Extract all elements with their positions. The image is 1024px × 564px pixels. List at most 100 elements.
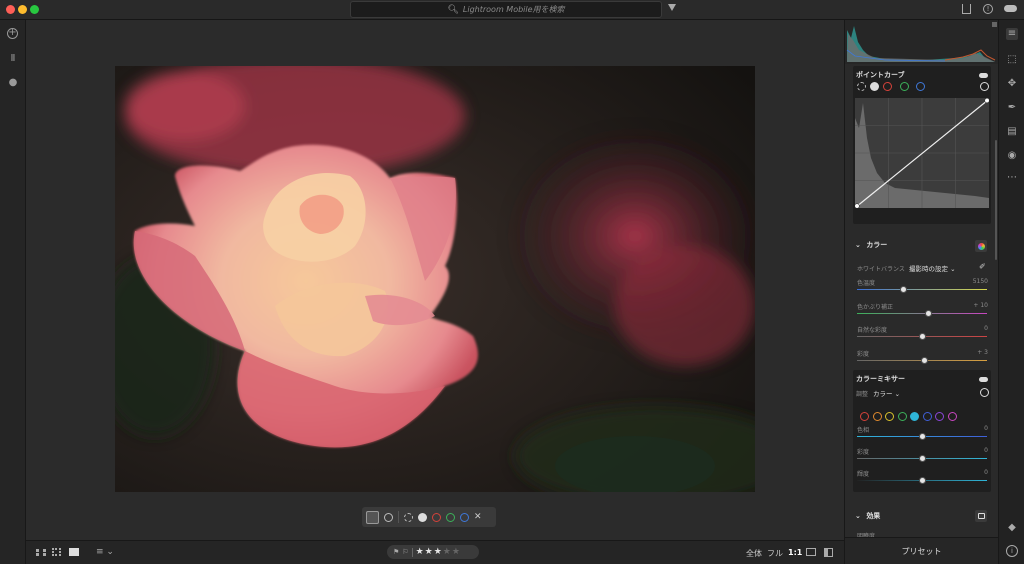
mixer-toggle[interactable] (979, 377, 988, 382)
red-channel-icon[interactable] (432, 512, 441, 522)
color-slider-label-3: 彩度 (857, 350, 870, 358)
more-icon[interactable]: ⋯ (1006, 172, 1018, 184)
curve-toggle[interactable] (979, 73, 988, 78)
reject-flag-icon[interactable]: ⚐ (402, 548, 408, 556)
star-rating[interactable]: ★★★★★ (416, 547, 461, 557)
help-icon[interactable]: ! (983, 4, 993, 14)
color-slider-knob-3[interactable] (921, 356, 929, 364)
star-1[interactable]: ★ (416, 547, 425, 557)
heal-icon[interactable]: ✥ (1006, 78, 1018, 90)
mixer-purple-swatch[interactable] (935, 412, 944, 421)
photo-preview[interactable] (115, 66, 755, 492)
mixer-color-swatches (860, 406, 960, 425)
filter-icon[interactable] (668, 4, 676, 11)
mixer-orange-swatch[interactable] (872, 412, 882, 421)
red-curve-icon[interactable] (883, 82, 892, 91)
mixer-slider-knob-0[interactable] (918, 433, 926, 440)
cloud-icon[interactable] (1004, 5, 1017, 12)
minimize-window-button[interactable] (18, 5, 27, 14)
mixer-red-swatch[interactable] (860, 412, 869, 421)
compare-icon[interactable] (806, 548, 816, 556)
search-placeholder: Lightroom Mobile用を検索 (462, 5, 565, 14)
sort-icon[interactable]: ≡ ⌄ (96, 547, 114, 557)
white-balance-select[interactable]: 撮影時の設定 ⌄ (909, 263, 956, 273)
curve-graph[interactable] (855, 98, 989, 208)
grid-large-icon[interactable] (52, 548, 61, 556)
gradient-icon[interactable]: ▤ (1006, 126, 1018, 138)
close-window-button[interactable] (6, 5, 15, 14)
bottom-bar: ≡ ⌄ ⚑ ⚐ ★★★★★ 全体 フル 1:1 (26, 540, 844, 564)
eyedropper-icon[interactable]: ✐ (979, 262, 986, 271)
chevron-down-icon: ⌄ (855, 512, 861, 520)
tag-icon[interactable]: ◆ (1006, 522, 1018, 534)
color-title: カラー (866, 241, 888, 249)
mixer-slider-knob-1[interactable] (918, 455, 926, 462)
mixer-green-swatch[interactable] (897, 412, 907, 421)
white-channel-icon[interactable] (418, 512, 427, 522)
rgb-channel-icon[interactable] (404, 512, 413, 522)
white-balance-label: ホワイトバランス (857, 266, 905, 273)
mixer-slider-label-2: 輝度 (857, 471, 870, 478)
color-slider-track-1[interactable] (857, 312, 987, 314)
mixer-magenta-swatch[interactable] (947, 412, 957, 421)
mixer-aqua-swatch[interactable] (910, 412, 919, 421)
brush-icon[interactable]: ✒ (1006, 102, 1018, 114)
target-adjust-icon[interactable] (384, 512, 393, 522)
color-slider-value-2: 0 (984, 325, 988, 332)
people-icon[interactable]: ● (6, 76, 20, 90)
presets-button[interactable]: プリセット (845, 537, 998, 564)
point-curve-panel: ポイントカーブ (853, 66, 991, 224)
color-slider-knob-1[interactable] (925, 309, 932, 317)
radial-icon[interactable]: ◉ (1006, 150, 1018, 162)
mixer-yellow-swatch[interactable] (885, 412, 894, 421)
color-slider-track-0[interactable] (857, 289, 987, 290)
target-adjust-icon[interactable] (980, 388, 989, 397)
crop-icon[interactable]: ⬚ (1006, 54, 1018, 66)
effects-vignette-icon[interactable] (975, 510, 987, 522)
mixer-blue-swatch[interactable] (922, 412, 932, 421)
star-3[interactable]: ★ (434, 547, 443, 557)
edit-sliders-icon[interactable]: ≡ (1006, 28, 1018, 40)
histogram (845, 20, 998, 64)
zoom-window-button[interactable] (30, 5, 39, 14)
panel-scrollbar[interactable] (995, 140, 997, 260)
star-2[interactable]: ★ (425, 547, 434, 557)
zoom-all-button[interactable]: 全体 (746, 548, 762, 559)
blue-channel-icon[interactable] (460, 512, 469, 522)
color-slider-label-2: 自然な彩度 (857, 327, 888, 334)
star-5[interactable]: ★ (452, 547, 461, 557)
single-view-icon[interactable] (69, 548, 79, 556)
color-slider-value-0: 5150 (972, 278, 988, 285)
target-adjust-icon[interactable] (980, 82, 989, 91)
zoom-1to1-button[interactable]: 1:1 (788, 548, 802, 557)
share-icon[interactable] (962, 4, 971, 14)
info-icon[interactable]: i (1006, 545, 1018, 557)
blue-curve-icon[interactable] (916, 82, 925, 91)
effects-header[interactable]: ⌄ 効果 (855, 511, 880, 521)
zoom-full-button[interactable]: フル (767, 548, 783, 559)
search-input[interactable]: 🔍︎ Lightroom Mobile用を検索 (350, 1, 662, 18)
mixer-slider-value-2: 0 (984, 469, 988, 476)
curve-point-highlights (984, 98, 989, 104)
mixer-slider-value-0: 0 (984, 425, 988, 432)
color-header[interactable]: ⌄ カラー (855, 240, 887, 250)
grid-small-icon[interactable] (36, 549, 46, 556)
star-4[interactable]: ★ (443, 547, 452, 557)
color-slider-knob-2[interactable] (918, 333, 926, 340)
mixer-slider-knob-2[interactable] (918, 477, 926, 484)
curve-point-shadows (855, 203, 860, 208)
library-icon[interactable]: Ⅱ (6, 52, 20, 66)
close-icon[interactable]: ✕ (474, 512, 482, 522)
white-curve-icon[interactable] (870, 82, 879, 91)
green-channel-icon[interactable] (446, 512, 455, 522)
color-slider-knob-0[interactable] (900, 286, 908, 293)
add-photo-icon[interactable]: + (7, 28, 18, 39)
parametric-curve-icon[interactable] (366, 510, 379, 524)
histogram-close-icon[interactable] (992, 22, 997, 27)
rgb-curve-icon[interactable] (857, 82, 866, 91)
mixer-adjust-select[interactable]: カラー ⌄ (873, 388, 900, 398)
color-wheel-icon[interactable] (975, 240, 987, 252)
green-curve-icon[interactable] (899, 82, 909, 91)
pick-flag-icon[interactable]: ⚑ (393, 548, 399, 556)
info-panel-icon[interactable] (824, 548, 833, 557)
